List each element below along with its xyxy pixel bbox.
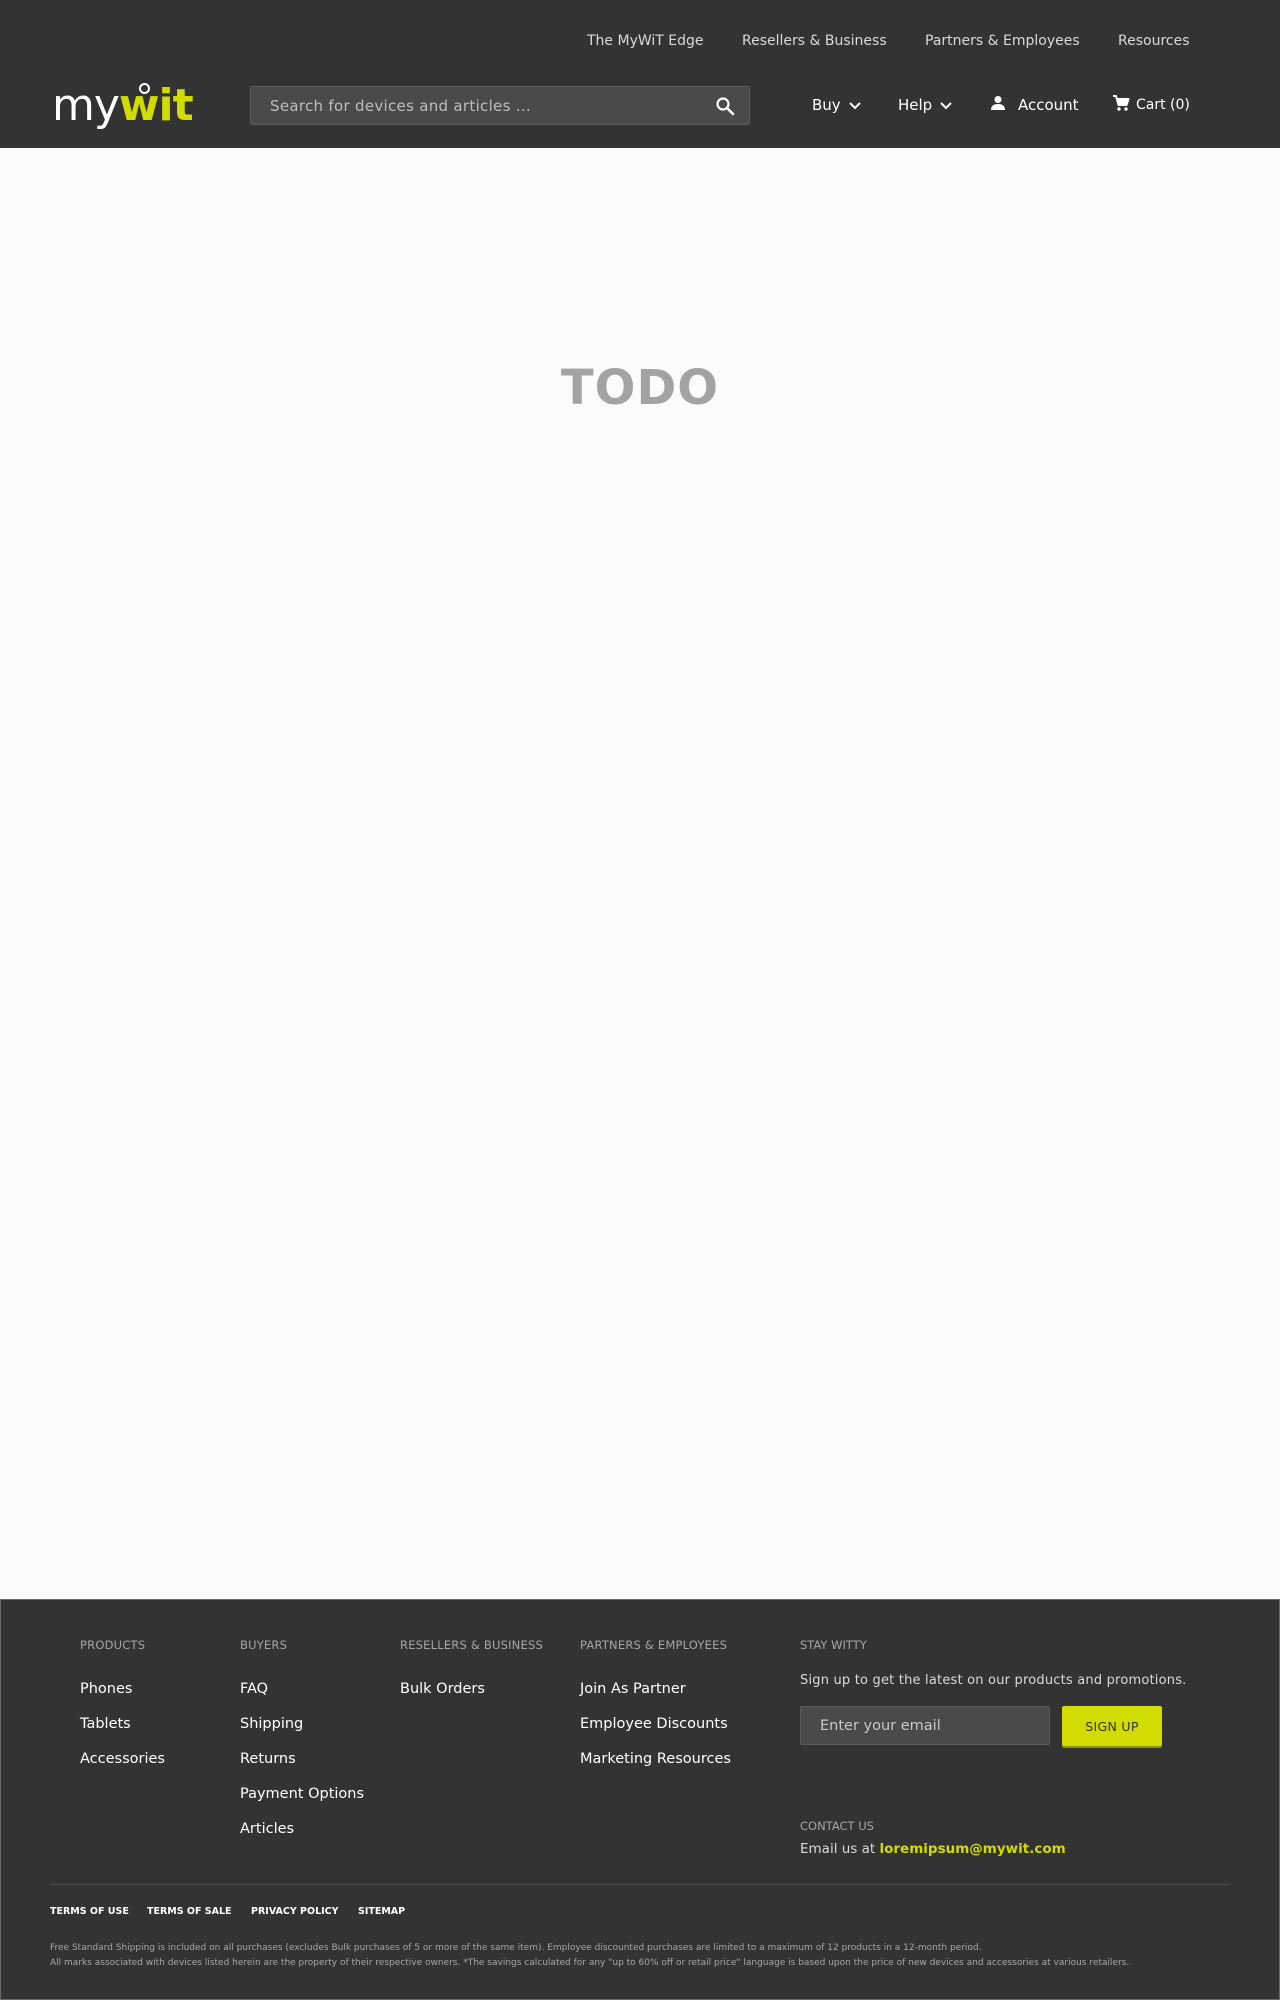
- legal-sitemap[interactable]: SITEMAP: [358, 1906, 405, 1917]
- contact-email-link[interactable]: loremipsum@mywit.com: [880, 1841, 1066, 1857]
- topnav-resellers-business[interactable]: Resellers & Business: [742, 33, 887, 49]
- footer-link-articles[interactable]: Articles: [240, 1821, 294, 1837]
- nav-buy-label: Buy: [812, 96, 841, 114]
- disclaimer-line: All marks associated with devices listed…: [50, 1958, 1130, 1968]
- email-input[interactable]: [800, 1706, 1050, 1745]
- nav-cart-label: Cart (0): [1136, 97, 1190, 113]
- main-content: TODO: [0, 148, 1280, 1599]
- footer-col-resellers: RESELLERS & BUSINESS Bulk Orders: [400, 1638, 543, 1715]
- legal-terms-of-sale[interactable]: TERMS OF SALE: [147, 1906, 232, 1917]
- contact-section: CONTACT US Email us at loremipsum@mywit.…: [800, 1819, 1066, 1857]
- footer-heading: RESELLERS & BUSINESS: [400, 1638, 543, 1652]
- logo-dot: [139, 83, 150, 94]
- footer-link-accessories[interactable]: Accessories: [80, 1751, 165, 1767]
- footer-heading: BUYERS: [240, 1638, 288, 1652]
- topnav-mywit-edge[interactable]: The MyWiT Edge: [587, 33, 704, 49]
- chevron-down-icon: [848, 96, 861, 114]
- nav-account-label: Account: [1018, 96, 1079, 114]
- footer-link-tablets[interactable]: Tablets: [80, 1716, 131, 1732]
- disclaimer-line: Free Standard Shipping is included on al…: [50, 1943, 982, 1953]
- topnav-partners-employees[interactable]: Partners & Employees: [925, 33, 1080, 49]
- footer-link-bulk-orders[interactable]: Bulk Orders: [400, 1681, 485, 1697]
- footer-heading: PRODUCTS: [80, 1638, 146, 1652]
- site-header: The MyWiT Edge Resellers & Business Part…: [0, 0, 1280, 148]
- contact-heading: CONTACT US: [800, 1819, 874, 1833]
- top-nav: The MyWiT Edge Resellers & Business Part…: [0, 33, 1280, 53]
- site-footer: PRODUCTS Phones Tablets Accessories BUYE…: [0, 1599, 1280, 2000]
- signup-button[interactable]: SIGN UP: [1062, 1706, 1162, 1746]
- disclaimer: Free Standard Shipping is included on al…: [50, 1941, 1250, 1971]
- footer-link-shipping[interactable]: Shipping: [240, 1716, 303, 1732]
- footer-link-returns[interactable]: Returns: [240, 1751, 296, 1767]
- nav-account[interactable]: Account: [990, 94, 1079, 116]
- legal-terms-of-use[interactable]: TERMS OF USE: [50, 1906, 129, 1917]
- footer-link-payment-options[interactable]: Payment Options: [240, 1786, 364, 1802]
- nav-help[interactable]: Help: [898, 94, 952, 116]
- todo-placeholder: TODO: [560, 360, 720, 416]
- contact-text: Email us at loremipsum@mywit.com: [800, 1841, 1066, 1857]
- user-icon: [990, 95, 1006, 115]
- footer-link-marketing-resources[interactable]: Marketing Resources: [580, 1751, 731, 1767]
- chevron-down-icon: [940, 96, 952, 114]
- newsletter-section: STAY WITTY Sign up to get the latest on …: [800, 1638, 1200, 1746]
- newsletter-heading: STAY WITTY: [800, 1638, 867, 1652]
- footer-link-employee-discounts[interactable]: Employee Discounts: [580, 1716, 728, 1732]
- newsletter-text: Sign up to get the latest on our product…: [800, 1673, 1187, 1688]
- footer-link-faq[interactable]: FAQ: [240, 1681, 268, 1697]
- footer-link-join-as-partner[interactable]: Join As Partner: [580, 1681, 686, 1697]
- footer-col-products: PRODUCTS Phones Tablets Accessories: [80, 1638, 165, 1785]
- nav-help-label: Help: [898, 96, 933, 114]
- footer-divider: [50, 1884, 1231, 1885]
- footer-col-partners: PARTNERS & EMPLOYEES Join As Partner Emp…: [580, 1638, 731, 1785]
- footer-heading: PARTNERS & EMPLOYEES: [580, 1638, 728, 1652]
- footer-col-buyers: BUYERS FAQ Shipping Returns Payment Opti…: [240, 1638, 364, 1855]
- main-nav: Buy Help Account Cart (0): [0, 94, 1280, 116]
- legal-privacy-policy[interactable]: PRIVACY POLICY: [251, 1906, 339, 1917]
- cart-icon: [1112, 94, 1130, 116]
- nav-buy[interactable]: Buy: [812, 94, 861, 116]
- contact-prefix: Email us at: [800, 1841, 876, 1857]
- footer-link-phones[interactable]: Phones: [80, 1681, 132, 1697]
- nav-cart[interactable]: Cart (0): [1112, 94, 1190, 116]
- topnav-resources[interactable]: Resources: [1118, 33, 1190, 49]
